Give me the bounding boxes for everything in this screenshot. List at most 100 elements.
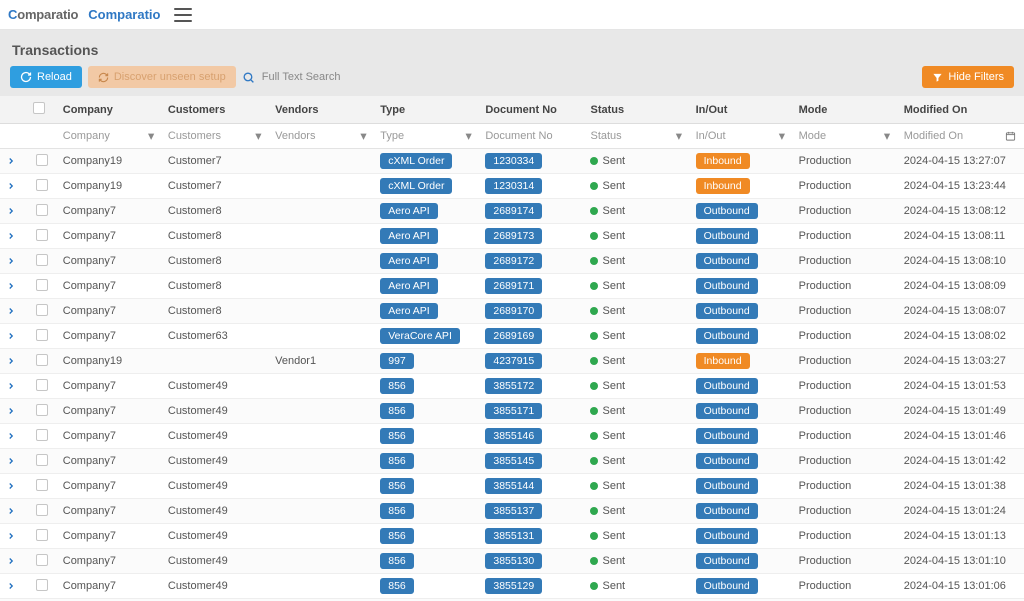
app-title[interactable]: Comparatio	[88, 7, 160, 22]
expand-icon[interactable]	[6, 306, 21, 316]
expand-icon[interactable]	[6, 206, 21, 216]
row-checkbox[interactable]	[36, 554, 48, 566]
cell-vendor	[269, 249, 374, 274]
cell-customer: Customer63	[162, 324, 269, 349]
inout-pill: Outbound	[696, 278, 758, 294]
row-checkbox[interactable]	[36, 304, 48, 316]
row-checkbox[interactable]	[36, 229, 48, 241]
table-row[interactable]: Company7Customer498563855171SentOutbound…	[0, 399, 1024, 424]
status-dot-icon	[590, 582, 598, 590]
filter-row: ▾ ▾ ▾ ▾ ▾ ▾ ▾	[0, 124, 1024, 149]
filter-vendors[interactable]	[273, 127, 370, 145]
col-in-out[interactable]: In/Out	[690, 96, 793, 124]
filter-in-out[interactable]	[694, 127, 789, 145]
row-checkbox[interactable]	[36, 154, 48, 166]
table-row[interactable]: Company7Customer498563855145SentOutbound…	[0, 449, 1024, 474]
cell-status: Sent	[590, 405, 683, 417]
filter-company[interactable]	[61, 127, 158, 145]
expand-icon[interactable]	[6, 356, 21, 366]
cell-modified: 2024-04-15 13:08:11	[898, 224, 1024, 249]
row-checkbox[interactable]	[36, 204, 48, 216]
row-checkbox[interactable]	[36, 354, 48, 366]
expand-icon[interactable]	[6, 331, 21, 341]
row-checkbox[interactable]	[36, 254, 48, 266]
table-row[interactable]: Company19Customer7cXML Order1230334SentI…	[0, 149, 1024, 174]
table-row[interactable]: Company7Customer498563855130SentOutbound…	[0, 549, 1024, 574]
filter-document-no[interactable]	[483, 127, 580, 145]
expand-icon[interactable]	[6, 281, 21, 291]
table-row[interactable]: Company7Customer8Aero API2689173SentOutb…	[0, 224, 1024, 249]
filter-modified-on[interactable]	[902, 127, 1020, 145]
row-checkbox[interactable]	[36, 379, 48, 391]
filter-type[interactable]	[378, 127, 475, 145]
expand-icon[interactable]	[6, 156, 21, 166]
row-checkbox[interactable]	[36, 579, 48, 591]
col-mode[interactable]: Mode	[793, 96, 898, 124]
cell-company: Company7	[57, 199, 162, 224]
cell-mode: Production	[793, 249, 898, 274]
row-checkbox[interactable]	[36, 504, 48, 516]
calendar-icon[interactable]	[1005, 131, 1016, 142]
expand-icon[interactable]	[6, 231, 21, 241]
col-document-no[interactable]: Document No	[479, 96, 584, 124]
row-checkbox[interactable]	[36, 529, 48, 541]
expand-icon[interactable]	[6, 481, 21, 491]
discover-button[interactable]: Discover unseen setup	[88, 66, 236, 88]
expand-icon[interactable]	[6, 181, 21, 191]
col-customers[interactable]: Customers	[162, 96, 269, 124]
table-row[interactable]: Company19Vendor19974237915SentInboundPro…	[0, 349, 1024, 374]
cell-modified: 2024-04-15 13:01:38	[898, 474, 1024, 499]
document-pill: 3855144	[485, 478, 542, 494]
row-checkbox[interactable]	[36, 329, 48, 341]
col-type[interactable]: Type	[374, 96, 479, 124]
cell-mode: Production	[793, 224, 898, 249]
expand-icon[interactable]	[6, 581, 21, 591]
table-row[interactable]: Company7Customer8Aero API2689170SentOutb…	[0, 299, 1024, 324]
table-row[interactable]: Company7Customer498563855146SentOutbound…	[0, 424, 1024, 449]
row-checkbox[interactable]	[36, 479, 48, 491]
type-pill: 856	[380, 578, 414, 594]
expand-icon[interactable]	[6, 406, 21, 416]
expand-icon[interactable]	[6, 431, 21, 441]
menu-icon[interactable]	[174, 8, 192, 22]
table-row[interactable]: Company7Customer8Aero API2689172SentOutb…	[0, 249, 1024, 274]
hide-filters-button[interactable]: Hide Filters	[922, 66, 1014, 88]
row-checkbox[interactable]	[36, 404, 48, 416]
filter-mode[interactable]	[797, 127, 894, 145]
expand-icon[interactable]	[6, 506, 21, 516]
cell-status: Sent	[590, 355, 683, 367]
cell-modified: 2024-04-15 13:01:46	[898, 424, 1024, 449]
expand-icon[interactable]	[6, 531, 21, 541]
status-dot-icon	[590, 332, 598, 340]
table-row[interactable]: Company7Customer498563855137SentOutbound…	[0, 499, 1024, 524]
cell-company: Company7	[57, 374, 162, 399]
row-checkbox[interactable]	[36, 279, 48, 291]
table-row[interactable]: Company7Customer8Aero API2689171SentOutb…	[0, 274, 1024, 299]
table-row[interactable]: Company7Customer498563855172SentOutbound…	[0, 374, 1024, 399]
expand-icon[interactable]	[6, 556, 21, 566]
status-dot-icon	[590, 182, 598, 190]
col-modified-on[interactable]: Modified On	[898, 96, 1024, 124]
table-row[interactable]: Company7Customer498563855131SentOutbound…	[0, 524, 1024, 549]
select-all-checkbox[interactable]	[33, 102, 45, 114]
expand-icon[interactable]	[6, 456, 21, 466]
filter-customers[interactable]	[166, 127, 265, 145]
row-checkbox[interactable]	[36, 179, 48, 191]
table-row[interactable]: Company7Customer498563855144SentOutbound…	[0, 474, 1024, 499]
filter-status[interactable]	[588, 127, 685, 145]
expand-icon[interactable]	[6, 381, 21, 391]
reload-button[interactable]: Reload	[10, 66, 82, 88]
row-checkbox[interactable]	[36, 429, 48, 441]
table-row[interactable]: Company7Customer498563855129SentOutbound…	[0, 574, 1024, 599]
col-company[interactable]: Company	[57, 96, 162, 124]
table-row[interactable]: Company19Customer7cXML Order1230314SentI…	[0, 174, 1024, 199]
table-row[interactable]: Company7Customer63VeraCore API2689169Sen…	[0, 324, 1024, 349]
col-vendors[interactable]: Vendors	[269, 96, 374, 124]
col-status[interactable]: Status	[584, 96, 689, 124]
table-row[interactable]: Company7Customer8Aero API2689174SentOutb…	[0, 199, 1024, 224]
cell-company: Company7	[57, 274, 162, 299]
row-checkbox[interactable]	[36, 454, 48, 466]
expand-icon[interactable]	[6, 256, 21, 266]
document-pill: 1230314	[485, 178, 542, 194]
search-input[interactable]	[260, 70, 420, 84]
